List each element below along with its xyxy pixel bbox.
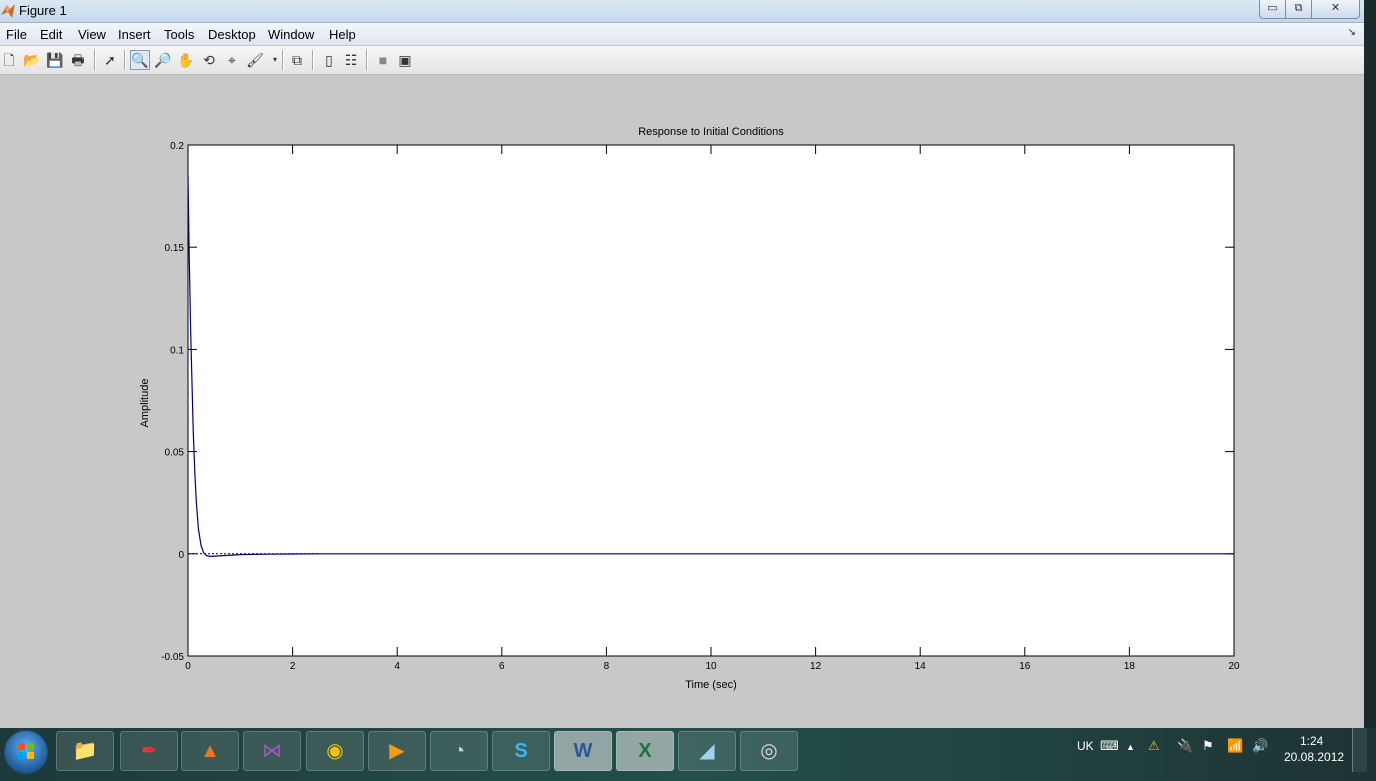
figure-canvas: 0 2 4 6 8 10 12 14 16 18 20 -0.05 0 0.05 0.1 0.15 0.2 Re…: [0, 75, 1364, 728]
brush-icon[interactable]: 🖌: [246, 51, 264, 69]
show-hidden-icons-icon[interactable]: ▲: [1126, 742, 1135, 752]
taskbar-pen-tool-icon[interactable]: ◢: [678, 731, 736, 771]
volume-icon[interactable]: 🔊: [1252, 738, 1268, 754]
power-plug-icon[interactable]: 🔌: [1177, 738, 1193, 754]
show-desktop-button[interactable]: [1352, 728, 1367, 772]
menu-bar: File Edit View Insert Tools Desktop Wind…: [0, 23, 1364, 45]
link-plot-icon[interactable]: ⧉: [288, 51, 306, 69]
taskbar-word-icon[interactable]: W: [554, 731, 612, 771]
menu-file[interactable]: File: [6, 27, 27, 42]
keyboard-icon[interactable]: ⌨: [1100, 738, 1119, 754]
toolbar-separator: [282, 50, 284, 70]
matlab-logo-icon: [1, 4, 15, 18]
x-tick-label: 4: [394, 661, 400, 672]
axes-box: [187, 144, 1235, 657]
dock-arrow-icon[interactable]: ↘: [1348, 27, 1356, 38]
menu-tools[interactable]: Tools: [164, 27, 194, 42]
close-button[interactable]: ✕: [1311, 0, 1360, 19]
start-button[interactable]: [4, 730, 48, 774]
x-tick-label: 20: [1228, 661, 1240, 672]
menu-desktop[interactable]: Desktop: [208, 27, 256, 42]
legend-icon[interactable]: ☷: [342, 51, 360, 69]
menu-insert[interactable]: Insert: [118, 27, 151, 42]
clock-time[interactable]: 1:24: [1300, 734, 1323, 748]
menu-view[interactable]: View: [78, 27, 106, 42]
minimize-button[interactable]: ▭: [1259, 0, 1286, 19]
x-tick-label: 8: [604, 661, 610, 672]
select-arrow-icon[interactable]: ➚: [101, 51, 119, 69]
taskbar-visual-studio-icon[interactable]: ⋈: [243, 731, 301, 771]
chart-title: Response to Initial Conditions: [638, 126, 784, 138]
taskbar-skype-icon[interactable]: S: [492, 731, 550, 771]
new-figure-icon[interactable]: 🗋: [0, 51, 18, 69]
y-axis-label: Amplitude: [139, 379, 151, 428]
hide-plot-tools-icon[interactable]: ■: [374, 51, 392, 69]
x-axis-label: Time (sec): [685, 679, 737, 691]
x-tick-label: 2: [290, 661, 296, 672]
y-tick-label: 0.05: [165, 448, 185, 459]
zoom-out-icon[interactable]: 🔎: [154, 51, 172, 69]
colorbar-icon[interactable]: ▯: [320, 51, 338, 69]
save-icon[interactable]: 💾: [46, 51, 64, 69]
taskbar-excel-icon[interactable]: X: [616, 731, 674, 771]
menu-help[interactable]: Help: [329, 27, 356, 42]
x-tick-label: 0: [185, 661, 191, 672]
toolbar-separator: [366, 50, 368, 70]
y-tick-label: 0: [178, 550, 184, 561]
data-cursor-icon[interactable]: ⌖: [223, 51, 241, 69]
x-tick-label: 12: [810, 661, 822, 672]
print-icon[interactable]: 🖶: [69, 51, 87, 69]
y-tick-label: -0.05: [161, 652, 184, 663]
pan-hand-icon[interactable]: ✋: [177, 51, 195, 69]
taskbar-matlab-icon[interactable]: ▲: [181, 731, 239, 771]
x-tick-label: 14: [915, 661, 927, 672]
x-tick-label: 18: [1124, 661, 1136, 672]
toolbar-separator: [94, 50, 96, 70]
y-tick-label: 0.1: [170, 345, 184, 356]
rotate-3d-icon[interactable]: ⟲: [200, 51, 218, 69]
menu-edit[interactable]: Edit: [40, 27, 62, 42]
taskbar-speakers-icon[interactable]: ◎: [740, 731, 798, 771]
x-tick-label: 6: [499, 661, 505, 672]
x-tick-label: 16: [1019, 661, 1031, 672]
network-signal-icon[interactable]: 📶: [1227, 738, 1243, 754]
y-tick-label: 0.2: [170, 141, 184, 152]
maximize-button[interactable]: ⧉: [1285, 0, 1312, 19]
language-indicator[interactable]: UK: [1077, 739, 1094, 753]
taskbar-media-player-icon[interactable]: ▶: [368, 731, 426, 771]
action-center-flag-icon[interactable]: ⚑: [1202, 738, 1214, 754]
clock-date[interactable]: 20.08.2012: [1284, 750, 1344, 764]
taskbar-explorer-icon[interactable]: 📁: [56, 731, 114, 771]
title-bar[interactable]: Figure 1 ▭ ⧉ ✕: [0, 0, 1364, 23]
x-tick-label: 10: [705, 661, 717, 672]
plot-area[interactable]: 0 2 4 6 8 10 12 14 16 18 20-0.0500.050.10.150.2 Re…: [0, 75, 1364, 728]
menu-window[interactable]: Window: [268, 27, 314, 42]
figure-toolbar: 🗋 📂 💾 🖶 ➚ 🔍 🔎 ✋ ⟲ ⌖ 🖌 ▾ ⧉ ▯ ☷ ■ ▣: [0, 46, 1364, 75]
window-title: Figure 1: [19, 3, 67, 18]
toolbar-separator: [124, 50, 126, 70]
taskbar-acrobat-icon[interactable]: ✒: [120, 731, 178, 771]
taskbar-chrome-icon[interactable]: ◉: [306, 731, 364, 771]
open-file-icon[interactable]: 📂: [23, 51, 41, 69]
zoom-in-icon[interactable]: 🔍: [130, 50, 150, 70]
windows-logo-icon: [18, 743, 34, 759]
toolbar-separator: [312, 50, 314, 70]
windows-taskbar: 📁 ✒ ▲ ⋈ ◉ ▶ ◔ S W X ◢ ◎ UK ⌨ ▲ ⚠ 🔌 ⚑ 📶 🔊…: [0, 728, 1376, 781]
matlab-figure-window: Figure 1 ▭ ⧉ ✕ File Edit View Insert Too…: [0, 0, 1364, 728]
security-warning-icon[interactable]: ⚠: [1148, 738, 1160, 754]
y-tick-label: 0.15: [165, 243, 185, 254]
show-plot-tools-icon[interactable]: ▣: [396, 51, 414, 69]
taskbar-system-tool-icon[interactable]: ◔: [430, 731, 488, 771]
